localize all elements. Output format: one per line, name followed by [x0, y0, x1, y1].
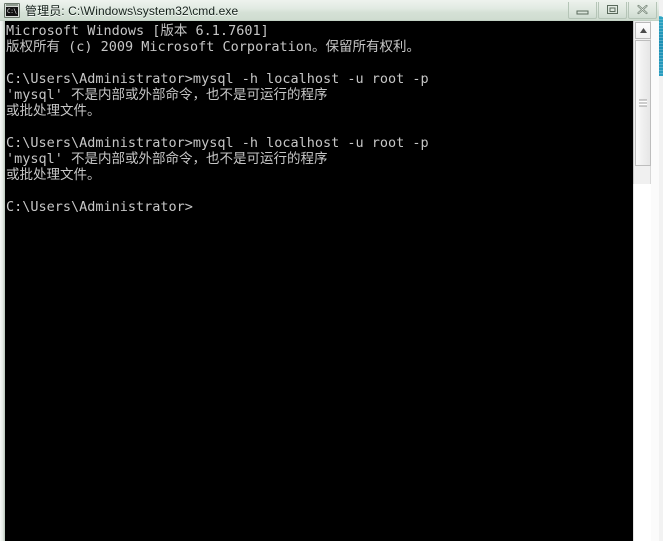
restore-icon — [607, 5, 618, 14]
window-controls — [567, 0, 657, 20]
cmd-icon: C:\ — [4, 2, 20, 18]
minimize-icon — [576, 10, 589, 14]
desktop-background: C:\ 管理员: C:\Windows\system32\cmd.exe Mic… — [0, 0, 663, 541]
scrollbar-track[interactable] — [633, 21, 651, 184]
console-client-area: Microsoft Windows [版本 6.1.7601] 版权所有 (c)… — [0, 21, 659, 541]
close-button[interactable] — [628, 1, 657, 19]
title-bar[interactable]: C:\ 管理员: C:\Windows\system32\cmd.exe — [0, 0, 659, 21]
vertical-scrollbar[interactable] — [633, 21, 659, 541]
console-screen[interactable]: Microsoft Windows [版本 6.1.7601] 版权所有 (c)… — [5, 21, 633, 541]
scroll-up-arrow-icon — [639, 28, 647, 33]
minimize-button[interactable] — [568, 1, 597, 19]
close-icon — [637, 4, 648, 15]
restore-button[interactable] — [598, 1, 627, 19]
cmd-window: C:\ 管理员: C:\Windows\system32\cmd.exe Mic… — [0, 0, 659, 541]
window-title: 管理员: C:\Windows\system32\cmd.exe — [25, 3, 239, 18]
scroll-thumb[interactable] — [635, 40, 651, 166]
scrollbar-lower-fill — [633, 184, 651, 541]
scrollbar-outer-fill — [651, 21, 659, 541]
scroll-thumb-grip — [639, 99, 647, 107]
scroll-up-button[interactable] — [635, 22, 651, 39]
console-output: Microsoft Windows [版本 6.1.7601] 版权所有 (c)… — [6, 23, 429, 215]
cmd-icon-screen: C:\ — [6, 6, 18, 16]
cmd-icon-titlestrip — [6, 3, 18, 6]
